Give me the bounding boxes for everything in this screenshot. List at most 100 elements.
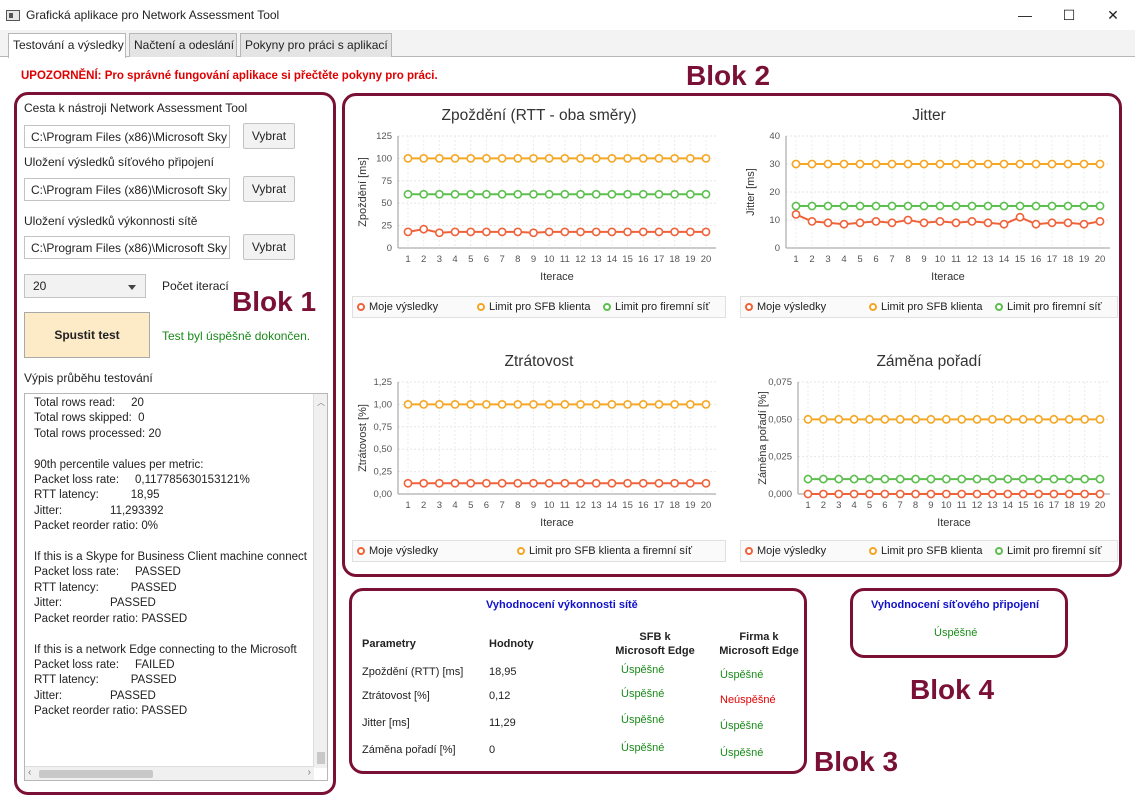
scroll-right-icon[interactable]: › (308, 767, 311, 778)
tool-path-label: Cesta k nástroji Network Assessment Tool (24, 101, 248, 115)
data-point (941, 414, 951, 424)
data-point (935, 201, 945, 211)
browse-tool-path-button[interactable]: Vybrat (243, 123, 295, 149)
start-test-button[interactable]: Spustit test (24, 312, 150, 358)
y-tick-label: 20 (769, 187, 780, 198)
data-point (466, 478, 476, 488)
data-point (818, 414, 828, 424)
data-point (803, 474, 813, 484)
scroll-up-icon[interactable]: ︿ (317, 397, 325, 408)
x-tick-label: 18 (1063, 254, 1074, 265)
data-point (880, 489, 890, 499)
data-point (865, 414, 874, 424)
performance-label: Uložení výsledků výkonnosti sítě (24, 214, 198, 228)
blok-2-label: Blok 2 (686, 60, 771, 91)
data-point (607, 189, 617, 199)
legend-marker (745, 547, 753, 555)
tab-testing-results[interactable]: Testování a výsledky (8, 33, 126, 58)
data-point (999, 159, 1009, 169)
legend-label: Limit pro SFB klienta (489, 301, 591, 313)
x-axis-title: Iterace (931, 271, 965, 283)
x-tick-label: 19 (1079, 500, 1090, 511)
browse-connectivity-button[interactable]: Vybrat (243, 176, 295, 202)
browse-performance-button[interactable]: Vybrat (243, 234, 295, 260)
horizontal-scrollbar[interactable]: ‹ › (25, 766, 314, 780)
x-tick-label: 12 (972, 500, 983, 511)
data-point (419, 154, 429, 163)
connectivity-label: Uložení výsledků síťového připojení (24, 155, 214, 169)
data-point (1018, 414, 1028, 424)
connectivity-path-field[interactable]: C:\Program Files (x86)\Microsoft Sky (24, 178, 230, 201)
horizontal-scroll-thumb[interactable] (39, 770, 153, 778)
data-point (791, 201, 801, 211)
x-tick-label: 18 (669, 500, 680, 511)
performance-eval-title: Vyhodnocení výkonnosti sítě (486, 599, 638, 611)
minimize-button[interactable]: — (1002, 0, 1048, 30)
x-tick-label: 2 (421, 500, 426, 511)
performance-path-field[interactable]: C:\Program Files (x86)\Microsoft Sky (24, 236, 230, 259)
tab-instructions[interactable]: Pokyny pro práci s aplikací (240, 33, 392, 57)
y-tick-label: 0,75 (374, 422, 393, 433)
data-point (576, 478, 585, 488)
data-point (1034, 414, 1043, 424)
data-point (839, 219, 849, 229)
tab-load-send[interactable]: Načtení a odeslání (129, 33, 237, 57)
data-point (903, 159, 913, 169)
x-tick-label: 15 (622, 500, 633, 511)
x-tick-label: 1 (793, 254, 798, 265)
maximize-button[interactable]: ☐ (1046, 0, 1092, 30)
log-output[interactable]: Total rows read: 20 Total rows skipped: … (24, 393, 328, 781)
legend-item: Limit pro SFB klienta a firemní síť (517, 545, 692, 557)
close-button[interactable]: ✕ (1090, 0, 1135, 30)
header-sfb: SFB k Microsoft Edge (615, 631, 695, 657)
loss-legend: Moje výsledky Limit pro SFB klienta a fi… (352, 540, 726, 562)
y-tick-label: 1,25 (374, 377, 393, 388)
data-point (1018, 489, 1028, 499)
data-point (560, 154, 570, 163)
data-point (450, 400, 460, 409)
data-point (623, 154, 632, 163)
data-point (1095, 489, 1105, 499)
data-point (434, 400, 444, 409)
y-axis-title: Zpoždění [ms] (357, 157, 369, 227)
legend-item: Limit pro firemní síť (603, 301, 710, 313)
iterations-value: 20 (33, 279, 47, 293)
x-tick-label: 9 (531, 500, 536, 511)
data-point (1015, 159, 1025, 169)
data-point (834, 474, 844, 484)
legend-marker (357, 547, 365, 555)
data-point (654, 189, 664, 199)
data-point (919, 218, 929, 228)
data-point (403, 227, 413, 237)
legend-label: Limit pro firemní síť (615, 301, 710, 313)
data-point (544, 227, 554, 237)
data-point (1064, 414, 1074, 424)
chart-title: Zpoždění (RTT - oba směry) (442, 107, 637, 124)
x-tick-label: 4 (851, 500, 856, 511)
data-point (419, 478, 429, 488)
data-point (1063, 159, 1073, 169)
x-axis-title: Iterace (540, 271, 574, 283)
tool-path-field[interactable]: C:\Program Files (x86)\Microsoft Sky (24, 125, 230, 148)
data-point (403, 478, 413, 488)
data-point (591, 227, 601, 237)
header-corp: Firma k Microsoft Edge (719, 631, 799, 657)
data-point (1095, 201, 1105, 211)
data-point (419, 189, 429, 199)
data-point (638, 154, 648, 163)
data-point (871, 159, 881, 169)
iterations-select[interactable]: 20 (24, 274, 146, 298)
corp-result-rtt: Úspěšné (720, 669, 764, 681)
data-point (482, 400, 491, 409)
data-point (450, 227, 460, 237)
vertical-scroll-thumb[interactable] (317, 752, 325, 764)
vertical-scrollbar[interactable]: ︿ (313, 394, 327, 768)
scroll-left-icon[interactable]: ‹ (28, 767, 31, 778)
x-tick-label: 20 (1095, 500, 1106, 511)
log-text: Total rows read: 20 Total rows skipped: … (34, 397, 307, 718)
value-reorder: 0 (489, 744, 496, 756)
data-point (1015, 201, 1025, 211)
x-tick-label: 13 (591, 254, 602, 265)
data-point (701, 227, 711, 237)
x-tick-label: 12 (575, 254, 586, 265)
